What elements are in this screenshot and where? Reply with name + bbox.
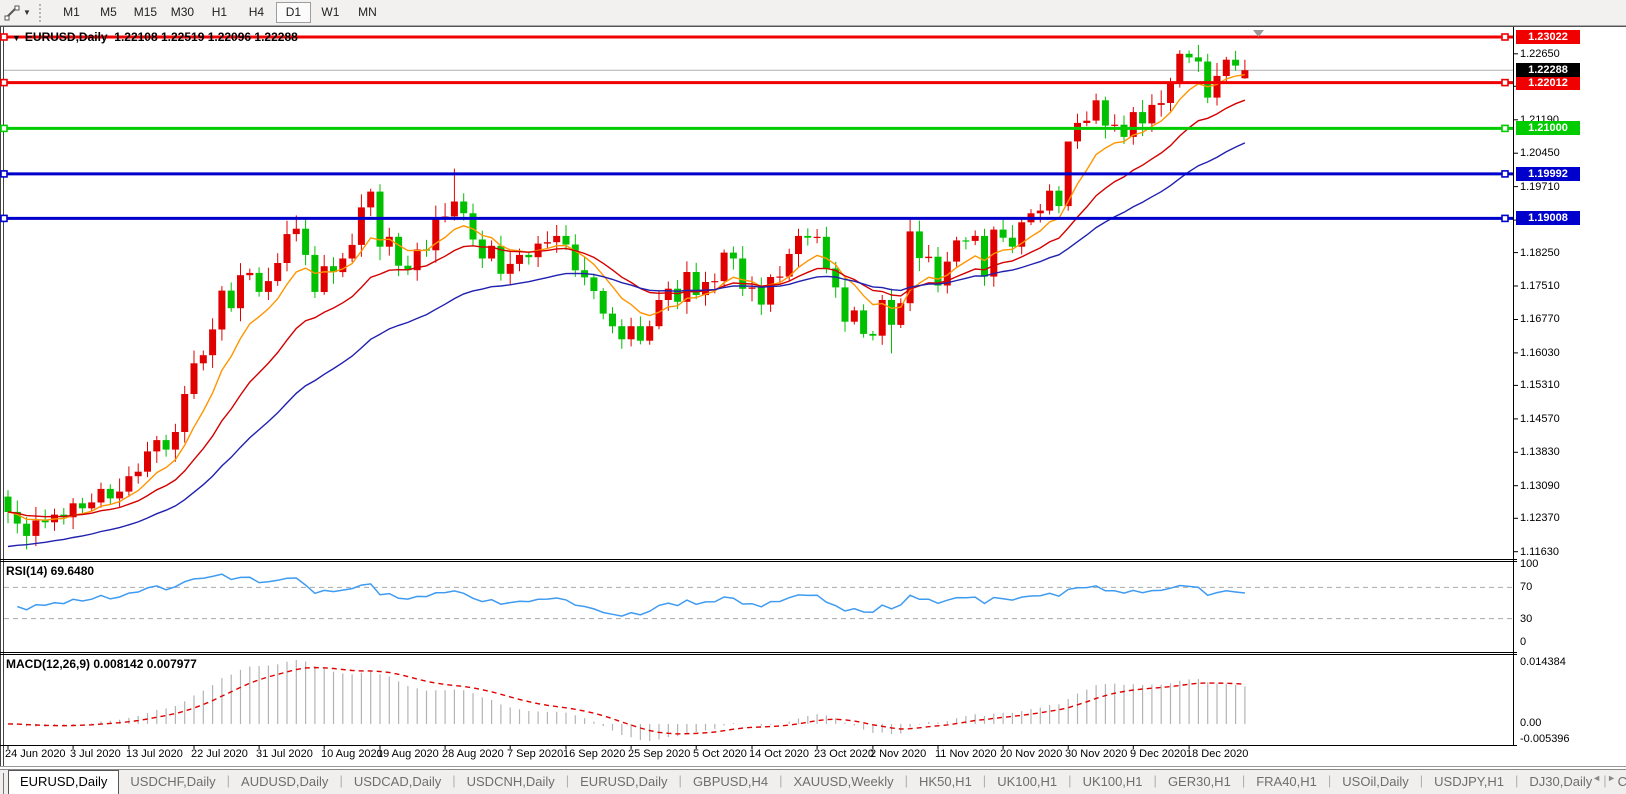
price-axis-tick: 1.13830: [1520, 446, 1560, 458]
hline-price-badge: 1.19992: [1516, 167, 1580, 181]
date-axis-label: 24 Jun 2020: [5, 748, 66, 760]
tab-scroll-arrows: ◄►: [1592, 773, 1622, 783]
date-axis-label: 10 Aug 2020: [321, 748, 383, 760]
tab-usdchf-daily[interactable]: USDCHF,Daily: [119, 770, 226, 794]
tab-usoil-daily[interactable]: USOil,Daily: [1331, 770, 1419, 794]
price-axis-tick: 1.16770: [1520, 313, 1560, 325]
date-axis-label: 30 Nov 2020: [1065, 748, 1127, 760]
line-studies-icon: [4, 4, 21, 21]
rsi-label: RSI(14) 69.6480: [6, 564, 94, 578]
tab-xauusd-weekly[interactable]: XAUUSD,Weekly: [782, 770, 904, 794]
tab-usdjpy-h1[interactable]: USDJPY,H1: [1423, 770, 1515, 794]
toolbar: ▼ M1M5M15M30H1H4D1W1MN: [0, 0, 1626, 26]
timeframe-button-m1[interactable]: M1: [54, 2, 89, 23]
rsi-axis-tick: 70: [1520, 581, 1532, 593]
tab-gbpusd-h4[interactable]: GBPUSD,H4: [682, 770, 779, 794]
mt4-window: { "toolbar": { "tool_icon": "line-studie…: [0, 0, 1626, 794]
tab-hk50-h1[interactable]: HK50,H1: [908, 770, 983, 794]
date-axis-label: 25 Sep 2020: [628, 748, 690, 760]
chart-canvas[interactable]: [0, 0, 1626, 769]
date-axis-label: 23 Oct 2020: [814, 748, 874, 760]
hline-price-badge: 1.21000: [1516, 121, 1580, 135]
timeframe-button-m30[interactable]: M30: [165, 2, 200, 23]
date-axis-label: 3 Jul 2020: [70, 748, 121, 760]
price-axis-tick: 1.19710: [1520, 181, 1560, 193]
price-axis-tick: 1.11630: [1520, 546, 1559, 558]
hline-price-badge: 1.23022: [1516, 30, 1580, 44]
tab-usdcad-daily[interactable]: USDCAD,Daily: [343, 770, 452, 794]
tab-audusd-daily[interactable]: AUDUSD,Daily: [230, 770, 339, 794]
rsi-axis-tick: 30: [1520, 613, 1532, 625]
tab-uk100-h1[interactable]: UK100,H1: [1072, 770, 1154, 794]
chart-collapse-icon[interactable]: ▼: [12, 33, 21, 43]
date-axis-label: 16 Sep 2020: [563, 748, 625, 760]
date-axis-label: 2 Nov 2020: [870, 748, 926, 760]
price-axis-tick: 1.13090: [1520, 480, 1560, 492]
timeframe-button-d1[interactable]: D1: [276, 2, 311, 23]
price-axis-tick: 1.18250: [1520, 247, 1560, 259]
price-axis-tick: 1.12370: [1520, 512, 1560, 524]
macd-label: MACD(12,26,9) 0.008142 0.007977: [6, 657, 197, 671]
tab-uk100-h1[interactable]: UK100,H1: [986, 770, 1068, 794]
price-axis-tick: 1.14570: [1520, 413, 1560, 425]
price-axis-tick: 1.17510: [1520, 280, 1560, 292]
rsi-axis-tick: 100: [1520, 558, 1538, 570]
date-axis-label: 28 Aug 2020: [442, 748, 504, 760]
date-axis-label: 18 Dec 2020: [1186, 748, 1248, 760]
macd-axis-max: 0.014384: [1520, 656, 1566, 668]
price-axis-tick: 1.15310: [1520, 379, 1560, 391]
caret-down-icon[interactable]: ▼: [23, 8, 31, 17]
tab-eurusd-daily[interactable]: EURUSD,Daily: [8, 770, 119, 794]
tab-dj30-daily[interactable]: DJ30,Daily: [1518, 770, 1603, 794]
tab-usdcnh-daily[interactable]: USDCNH,Daily: [456, 770, 566, 794]
timeframe-buttons: M1M5M15M30H1H4D1W1MN: [53, 2, 386, 23]
tab-eurusd-daily[interactable]: EURUSD,Daily: [569, 770, 678, 794]
timeframe-button-w1[interactable]: W1: [313, 2, 348, 23]
chart-symbol-title: EURUSD,Daily: [25, 30, 108, 44]
macd-axis-zero: 0.00: [1520, 717, 1541, 729]
timeframe-button-m5[interactable]: M5: [91, 2, 126, 23]
price-axis-tick: 1.22650: [1520, 48, 1560, 60]
timeframe-button-h4[interactable]: H4: [239, 2, 274, 23]
symbol-tab-bar: EURUSD,DailyUSDCHF,Daily|AUDUSD,Daily|US…: [0, 769, 1626, 794]
hline-price-badge: 1.22012: [1516, 76, 1580, 90]
tab-scroll-right-icon[interactable]: ►: [1607, 773, 1622, 783]
timeframe-button-h1[interactable]: H1: [202, 2, 237, 23]
timeframe-button-m15[interactable]: M15: [128, 2, 163, 23]
date-axis-label: 14 Oct 2020: [749, 748, 809, 760]
tab-fra40-h1[interactable]: FRA40,H1: [1245, 770, 1328, 794]
rsi-axis-tick: 0: [1520, 636, 1526, 648]
date-axis-label: 13 Jul 2020: [126, 748, 183, 760]
tab-ger30-h1[interactable]: GER30,H1: [1157, 770, 1242, 794]
date-axis-label: 22 Jul 2020: [191, 748, 248, 760]
price-axis-tick: 1.20450: [1520, 147, 1560, 159]
timeframe-button-mn[interactable]: MN: [350, 2, 385, 23]
chart-title: ▼ EURUSD,Daily 1.22108 1.22519 1.22096 1.…: [12, 30, 298, 44]
current-price-badge: 1.22288: [1516, 63, 1580, 77]
date-axis-label: 19 Aug 2020: [377, 748, 439, 760]
date-axis-label: 9 Dec 2020: [1130, 748, 1186, 760]
hline-price-badge: 1.19008: [1516, 211, 1580, 225]
tabbar-grip: [3, 773, 4, 794]
date-axis-label: 20 Nov 2020: [1000, 748, 1062, 760]
tab-scroll-left-icon[interactable]: ◄: [1592, 773, 1607, 783]
date-axis-label: 7 Sep 2020: [507, 748, 563, 760]
toolbar-grip: [39, 4, 45, 22]
date-axis-label: 5 Oct 2020: [693, 748, 747, 760]
date-axis-label: 11 Nov 2020: [935, 748, 997, 760]
date-axis-label: 31 Jul 2020: [256, 748, 313, 760]
macd-axis-min: -0.005396: [1520, 733, 1570, 745]
line-studies-tool[interactable]: ▼: [4, 4, 31, 21]
price-axis-tick: 1.16030: [1520, 347, 1560, 359]
chart-ohlc-values: 1.22108 1.22519 1.22096 1.22288: [114, 30, 298, 44]
